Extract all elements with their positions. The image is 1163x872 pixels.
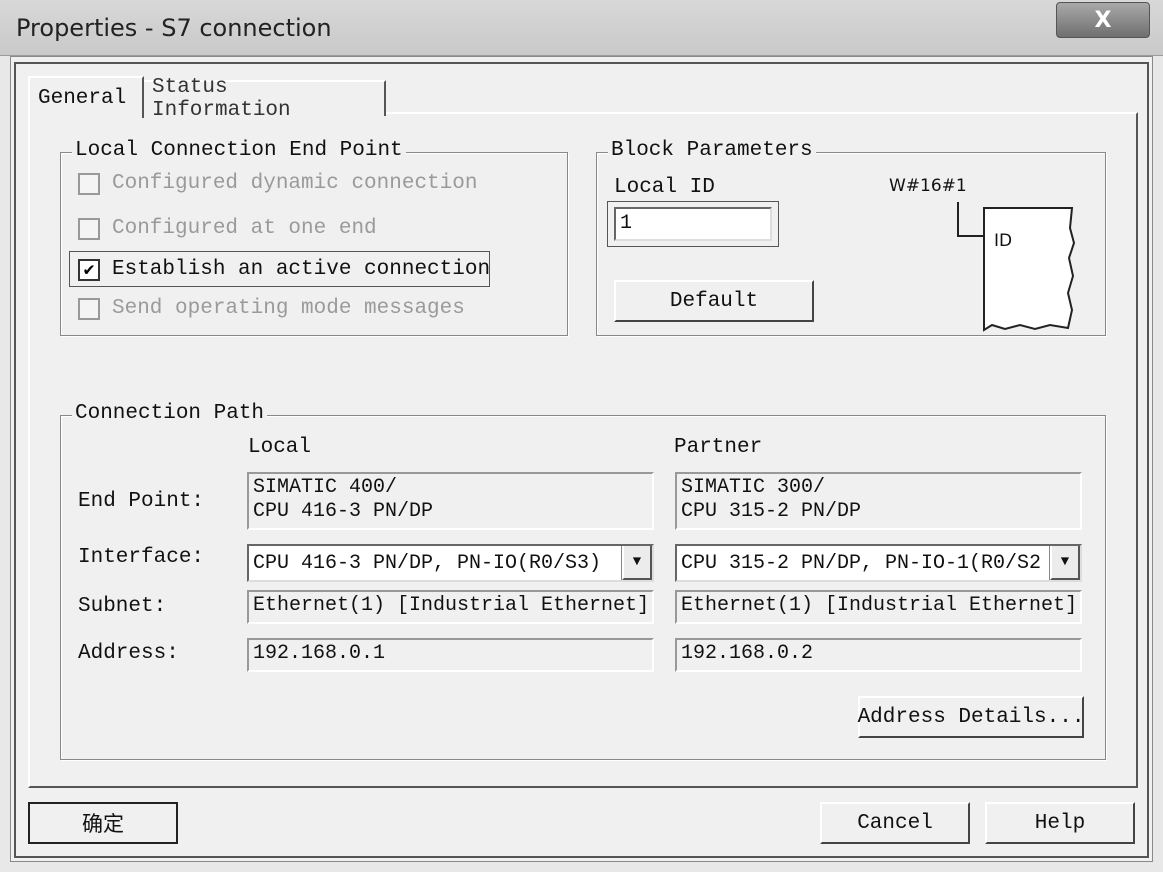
- local-end-point-line2: CPU 416-3 PN/DP: [253, 500, 434, 523]
- local-id-input[interactable]: 1: [614, 207, 772, 241]
- partner-interface-value: CPU 315-2 PN/DP, PN-IO-1(R0/S2: [681, 551, 1042, 575]
- checkbox-send-operating-mode[interactable]: [78, 297, 100, 320]
- ok-button[interactable]: 确定: [28, 802, 178, 844]
- option-label: Send operating mode messages: [112, 297, 465, 320]
- local-end-point-field: SIMATIC 400/ CPU 416-3 PN/DP: [247, 472, 654, 530]
- chevron-down-icon[interactable]: ▼: [622, 546, 652, 580]
- checkbox-configured-dynamic[interactable]: [78, 172, 100, 195]
- partner-end-point-line2: CPU 315-2 PN/DP: [681, 500, 862, 523]
- option-label: Configured dynamic connection: [112, 172, 478, 195]
- option-label: Configured at one end: [112, 217, 377, 240]
- window-title: Properties - S7 connection: [16, 14, 332, 42]
- check-icon: ✔: [83, 260, 95, 281]
- local-id-label: Local ID: [614, 176, 715, 199]
- subnet-label: Subnet:: [78, 595, 167, 618]
- local-interface-value: CPU 416-3 PN/DP, PN-IO(R0/S3): [253, 551, 602, 575]
- address-label: Address:: [78, 642, 179, 665]
- default-button[interactable]: Default: [614, 280, 814, 322]
- local-endpoint-legend: Local Connection End Point: [72, 139, 406, 162]
- column-local-header: Local: [248, 436, 312, 459]
- column-partner-header: Partner: [674, 436, 763, 459]
- help-button[interactable]: Help: [985, 802, 1135, 844]
- block-diagram-icon: [957, 202, 1076, 332]
- local-address-field: 192.168.0.1: [247, 638, 654, 672]
- diagram-value: W#16#1: [889, 176, 967, 196]
- partner-address-field: 192.168.0.2: [675, 638, 1082, 672]
- local-end-point-line1: SIMATIC 400/: [253, 476, 398, 499]
- block-parameters-legend: Block Parameters: [608, 139, 816, 162]
- local-interface-dropdown[interactable]: CPU 416-3 PN/DP, PN-IO(R0/S3) ▼: [247, 544, 654, 582]
- close-button[interactable]: X: [1056, 2, 1150, 38]
- option-establish-active[interactable]: ✔ Establish an active connection: [78, 258, 490, 281]
- partner-interface-dropdown[interactable]: CPU 315-2 PN/DP, PN-IO-1(R0/S2 ▼: [675, 544, 1082, 582]
- diagram-id-label: ID: [994, 231, 1013, 251]
- partner-subnet-field: Ethernet(1) [Industrial Ethernet]: [675, 590, 1082, 624]
- checkbox-establish-active[interactable]: ✔: [78, 258, 100, 281]
- tab-status-information[interactable]: Status Information: [144, 76, 386, 122]
- checkbox-configured-one-end[interactable]: [78, 217, 100, 240]
- option-send-operating-mode[interactable]: Send operating mode messages: [78, 297, 465, 320]
- partner-end-point-field: SIMATIC 300/ CPU 315-2 PN/DP: [675, 472, 1082, 530]
- local-subnet-field: Ethernet(1) [Industrial Ethernet]: [247, 590, 654, 624]
- tab-general[interactable]: General: [28, 76, 144, 118]
- option-label: Establish an active connection: [112, 258, 491, 281]
- close-icon: X: [1094, 7, 1112, 33]
- partner-end-point-line1: SIMATIC 300/: [681, 476, 826, 499]
- option-configured-one-end[interactable]: Configured at one end: [78, 217, 377, 240]
- cancel-button[interactable]: Cancel: [820, 802, 970, 844]
- interface-label: Interface:: [78, 546, 205, 569]
- connection-path-legend: Connection Path: [72, 402, 268, 425]
- address-details-button[interactable]: Address Details...: [858, 696, 1084, 738]
- option-configured-dynamic[interactable]: Configured dynamic connection: [78, 172, 477, 195]
- chevron-down-icon[interactable]: ▼: [1050, 546, 1080, 580]
- end-point-label: End Point:: [78, 490, 205, 513]
